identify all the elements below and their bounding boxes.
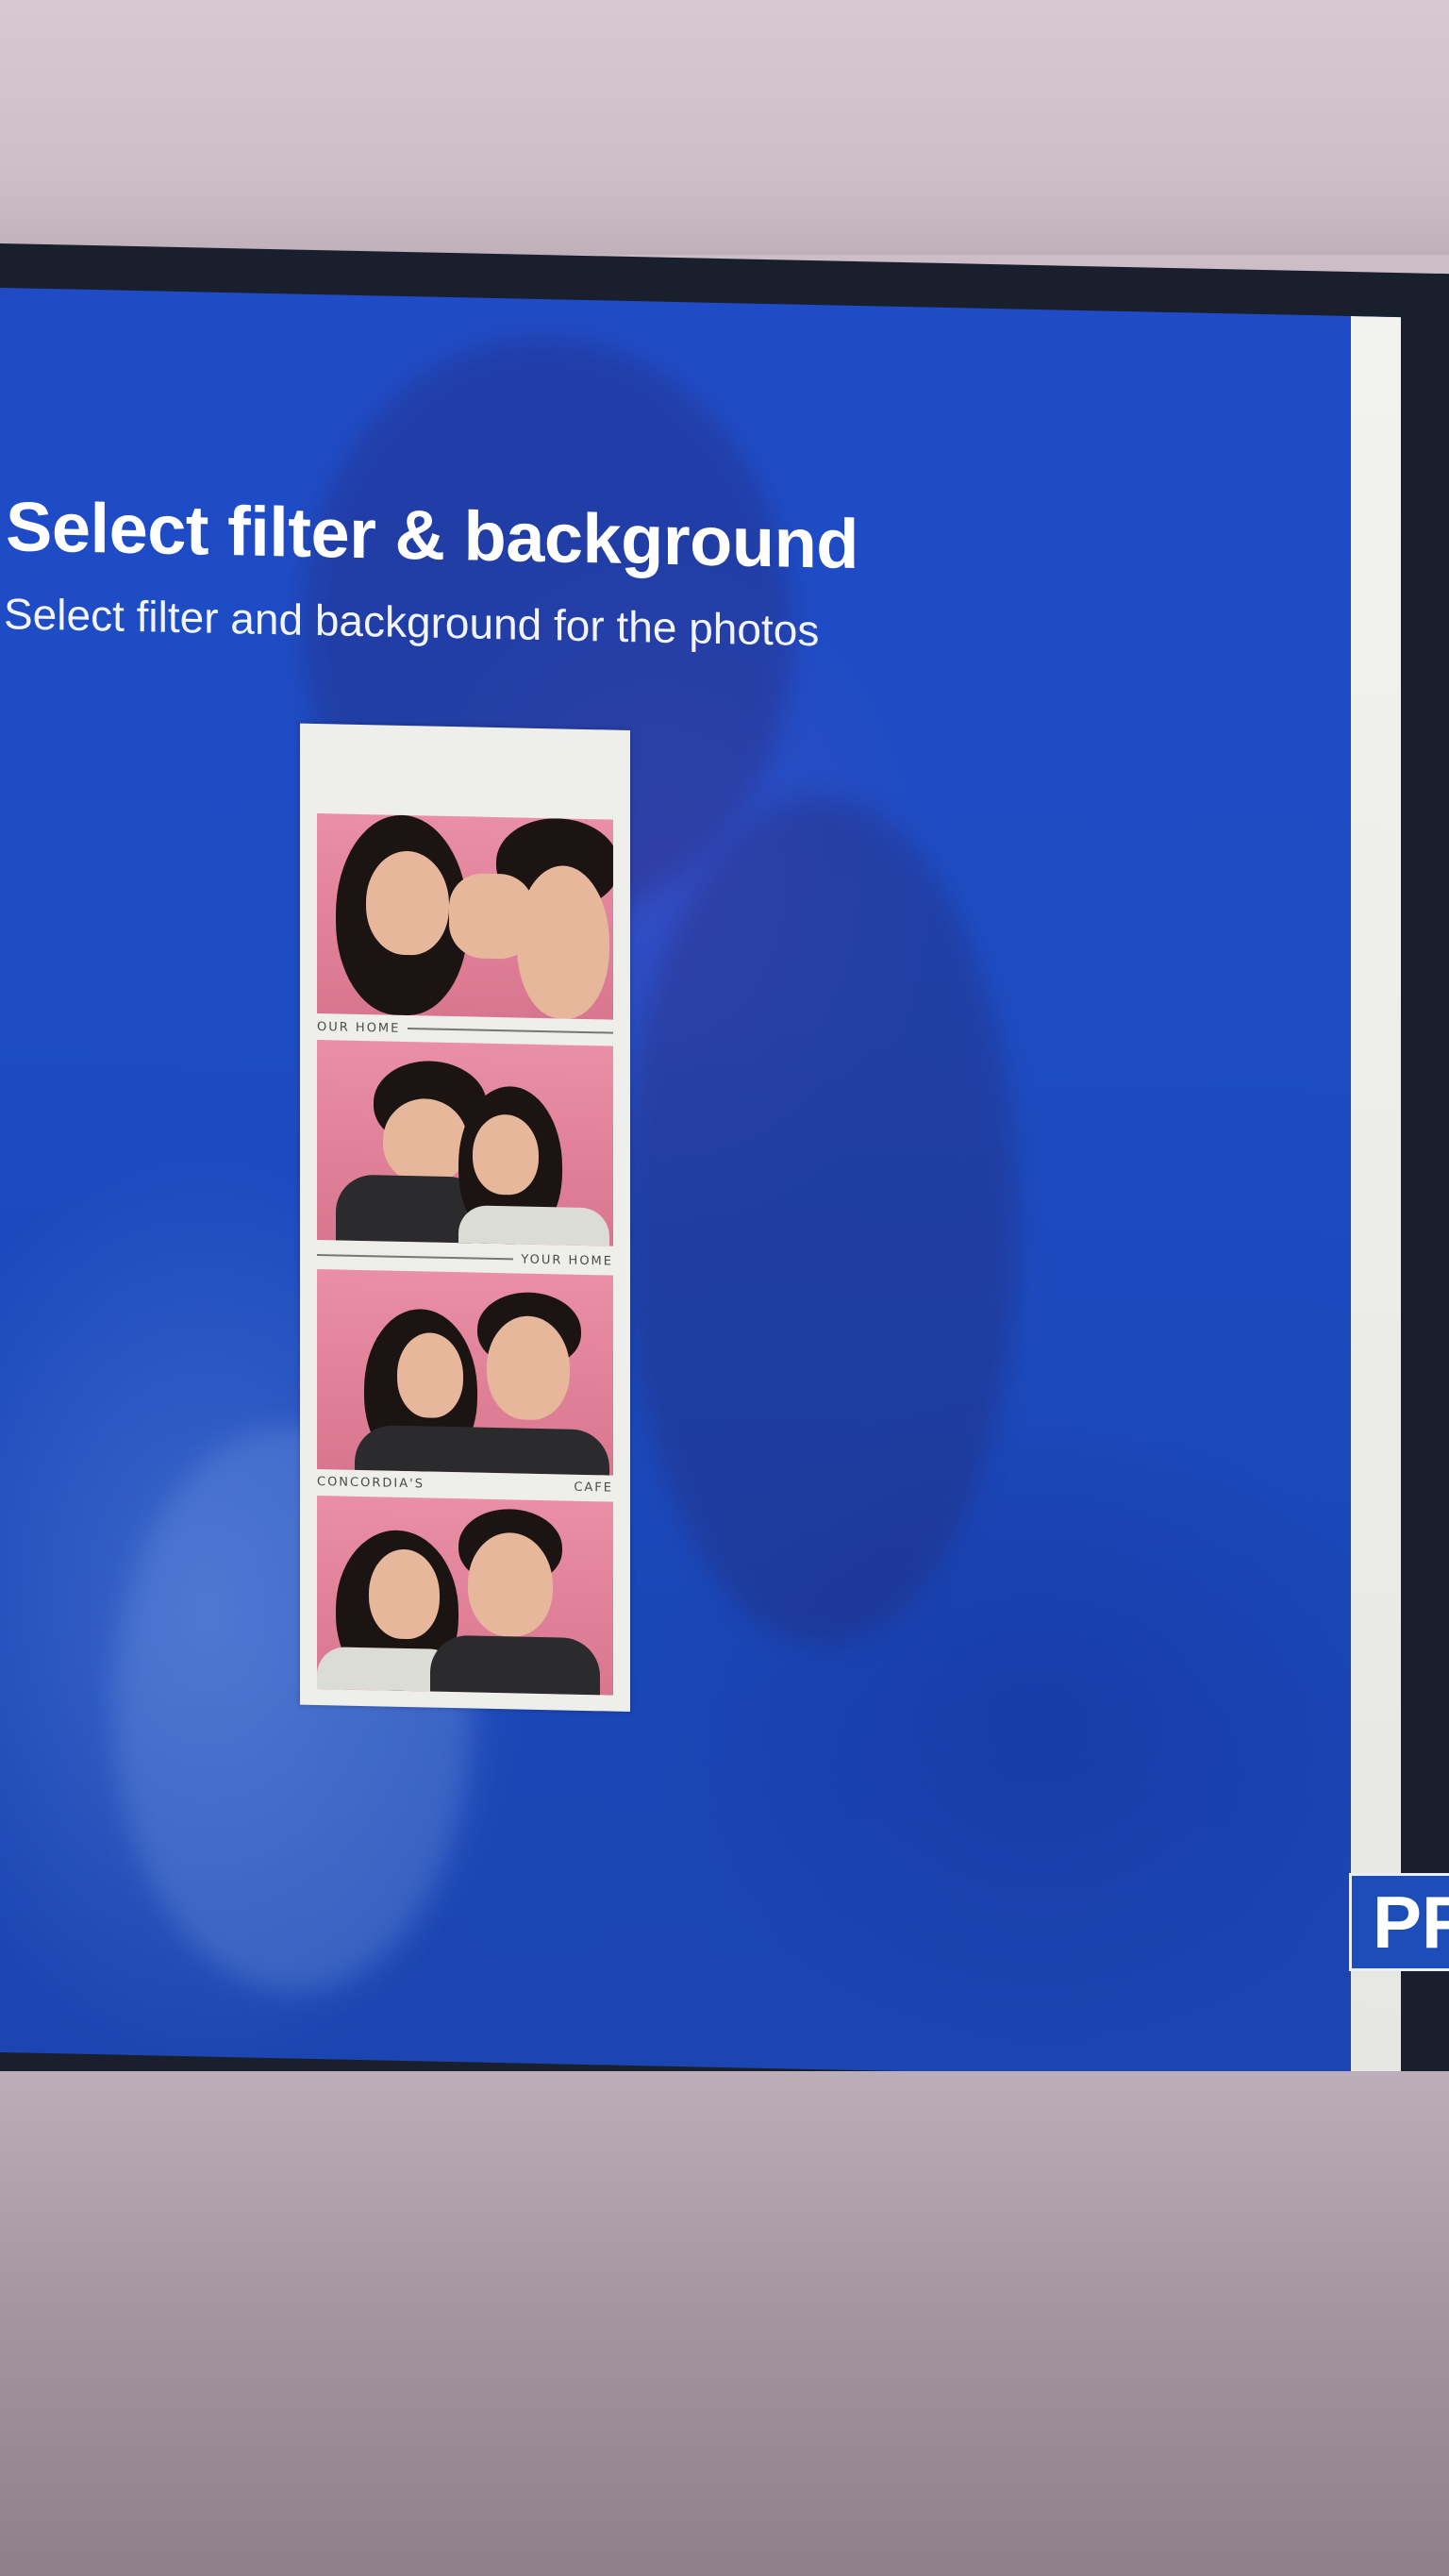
- strip-caption-2: YOUR HOME: [317, 1245, 613, 1272]
- strip-caption-3: CONCORDIA'S CAFE: [317, 1471, 613, 1498]
- kiosk-bezel-top: [0, 0, 1449, 255]
- kiosk-screen: Select filter & background Select filter…: [0, 288, 1401, 2083]
- reflection: [623, 791, 1019, 1649]
- person-shirt: [355, 1424, 609, 1476]
- options-side-panel: [1351, 315, 1401, 2083]
- person-face: [397, 1331, 463, 1419]
- person-shirt: [458, 1205, 609, 1246]
- person-face: [468, 1531, 553, 1638]
- person-face: [383, 1097, 468, 1185]
- caption-left: OUR HOME: [317, 1019, 401, 1036]
- person-face: [487, 1314, 570, 1421]
- page-title: Select filter & background: [6, 487, 858, 584]
- person-face: [366, 850, 449, 956]
- person-face: [473, 1113, 539, 1196]
- caption-right: CAFE: [574, 1480, 613, 1496]
- print-button[interactable]: PF: [1349, 1873, 1449, 1971]
- strip-caption-1: OUR HOME: [317, 1016, 613, 1044]
- strip-photo-2: [317, 1040, 613, 1246]
- strip-photo-4: [317, 1496, 613, 1696]
- caption-left: CONCORDIA'S: [317, 1474, 425, 1491]
- caption-divider: [317, 1254, 514, 1261]
- caption-divider: [408, 1028, 613, 1034]
- photo-strip-preview[interactable]: OUR HOME YOUR HOME CONCORDIA'S CAFE: [300, 723, 630, 1712]
- person-face: [517, 864, 609, 1020]
- person-face: [369, 1548, 440, 1640]
- strip-photo-3: [317, 1269, 613, 1476]
- strip-photo-1: [317, 813, 613, 1020]
- print-button-label: PF: [1373, 1880, 1449, 1964]
- caption-right: YOUR HOME: [521, 1252, 613, 1269]
- heart-hands: [449, 872, 534, 960]
- person-shirt: [430, 1634, 600, 1696]
- kiosk-bezel-bottom: [0, 2071, 1449, 2576]
